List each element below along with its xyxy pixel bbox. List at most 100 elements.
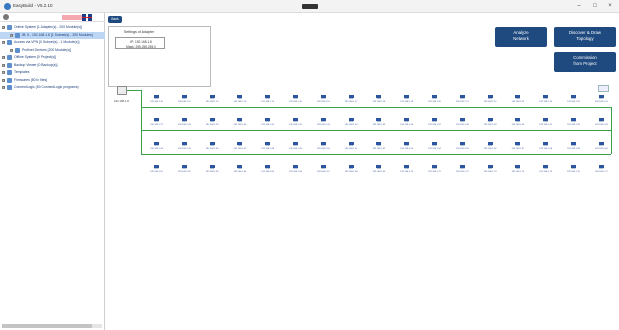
device-ip: 192.168.1.73 [483, 170, 497, 173]
device-node[interactable]: AGI 192.168.1.38 [450, 117, 475, 131]
tree-expander-icon[interactable]: ⊞ [2, 63, 5, 67]
refresh-icon[interactable] [3, 14, 9, 20]
device-node[interactable]: AGI 192.168.1.34 [339, 117, 364, 131]
language-flag-icon[interactable] [82, 14, 92, 21]
device-node[interactable]: AGI 192.168.1.72 [450, 164, 475, 178]
device-node[interactable]: AGI 192.168.1.54 [422, 141, 447, 155]
device-node[interactable]: AGI 192.168.1.47 [227, 141, 252, 155]
device-node[interactable]: AGI 192.168.1.26 [589, 94, 614, 108]
device-node[interactable]: AGI 192.168.1.25 [561, 94, 586, 108]
device-node[interactable]: AGI 192.168.1.42 [561, 117, 586, 131]
device-node[interactable]: AGI 192.168.1.69 [366, 164, 391, 178]
tree-expander-icon[interactable]: ⊞ [2, 78, 5, 82]
device-node[interactable]: AGI 192.168.1.45 [172, 141, 197, 155]
device-node[interactable]: AGI 192.168.1.55 [450, 141, 475, 155]
device-node[interactable]: AGI 192.168.1.61 [144, 164, 169, 178]
commission-project-button[interactable]: Commission from Project [554, 52, 616, 72]
device-node[interactable]: AGI 192.168.1.59 [561, 141, 586, 155]
device-node[interactable]: AGI 192.168.1.43 [589, 117, 614, 131]
device-node[interactable]: AGI 192.168.1.22 [478, 94, 503, 108]
network-switch-icon[interactable] [598, 85, 609, 92]
tree-item[interactable]: ⊟ Online System [1 Adapter(s) - 200 Modul… [0, 24, 105, 32]
device-node[interactable]: AGI 192.168.1.30 [227, 117, 252, 131]
device-node[interactable]: AGI 192.168.1.65 [255, 164, 280, 178]
device-node[interactable]: AGI 192.168.1.70 [394, 164, 419, 178]
device-node[interactable]: AGI 192.168.1.12 [200, 94, 225, 108]
device-node[interactable]: AGI 192.168.1.67 [311, 164, 336, 178]
device-node[interactable]: AGI 192.168.1.75 [533, 164, 558, 178]
device-node[interactable]: AGI 192.168.1.23 [505, 94, 530, 108]
device-node[interactable]: AGI 192.168.1.31 [255, 117, 280, 131]
device-node[interactable]: AGI 192.168.1.53 [394, 141, 419, 155]
device-node[interactable]: AGI 192.168.1.39 [478, 117, 503, 131]
device-node[interactable]: AGI 192.168.1.10 [144, 94, 169, 108]
tree-item[interactable]: ⊞ Firmwares [50 In files] [0, 77, 105, 85]
tree-expander-icon[interactable]: ⊟ [2, 26, 5, 29]
tree-item[interactable]: ⊞ Access via VPN [0 Subnet(s) - 1 Module(… [0, 39, 105, 47]
tree-expander-icon[interactable]: ⊞ [2, 71, 5, 74]
device-node[interactable]: AGI 192.168.1.62 [172, 164, 197, 178]
device-node[interactable]: AGI 192.168.1.40 [505, 117, 530, 131]
device-node[interactable]: AGI 192.168.1.33 [311, 117, 336, 131]
device-node[interactable]: AGI 192.168.1.21 [450, 94, 475, 108]
device-node[interactable]: AGI 192.168.1.74 [505, 164, 530, 178]
device-node[interactable]: AGI 192.168.1.32 [283, 117, 308, 131]
minimize-button[interactable]: – [574, 2, 584, 11]
device-node[interactable]: AGI 192.168.1.14 [255, 94, 280, 108]
tree-item[interactable]: ⊞ ConnectLogic (50 ConnectLogic programs) [0, 84, 105, 92]
device-node[interactable]: AGI 192.168.1.29 [200, 117, 225, 131]
device-node[interactable]: AGI 192.168.1.76 [561, 164, 586, 178]
device-node[interactable]: AGI 192.168.1.37 [422, 117, 447, 131]
device-node[interactable]: AGI 192.168.1.60 [589, 141, 614, 155]
tree-item[interactable]: ⊞ Templates [0, 69, 105, 77]
back-button[interactable]: Back [108, 16, 122, 23]
maximize-button[interactable]: □ [590, 2, 600, 11]
device-node[interactable]: AGI 192.168.1.64 [227, 164, 252, 178]
device-node[interactable]: AGI 192.168.1.48 [255, 141, 280, 155]
device-node[interactable]: AGI 192.168.1.58 [533, 141, 558, 155]
close-button[interactable]: × [605, 2, 615, 11]
tree-expander-icon[interactable]: ⊞ [2, 86, 5, 89]
device-node[interactable]: AGI 192.168.1.57 [505, 141, 530, 155]
discover-topology-button[interactable]: Discover & Draw Topology [554, 27, 616, 47]
tree-item[interactable]: ⊞ Backup Viewer [0 Backup(s)] [0, 62, 105, 70]
device-node[interactable]: AGI 192.168.1.56 [478, 141, 503, 155]
tree-expander-icon[interactable]: ⊟ [10, 33, 13, 37]
horizontal-scrollbar[interactable] [2, 324, 102, 328]
device-node[interactable]: AGI 192.168.1.46 [200, 141, 225, 155]
device-node[interactable]: AGI 192.168.1.18 [366, 94, 391, 108]
device-node[interactable]: AGI 192.168.1.11 [172, 94, 197, 108]
device-node[interactable]: AGI 192.168.1.44 [144, 141, 169, 155]
tree-item[interactable]: ⊟ IB: 5 - 192.168.1.8 [1 Subnet(s) - 200 … [0, 31, 105, 39]
device-node[interactable]: AGI 192.168.1.19 [394, 94, 419, 108]
device-node[interactable]: AGI 192.168.1.36 [394, 117, 419, 131]
device-node[interactable]: AGI 192.168.1.13 [227, 94, 252, 108]
device-node[interactable]: AGI 192.168.1.17 [339, 94, 364, 108]
tree-item[interactable]: ⊞ Profinet Devices [200 Module(s)] [0, 47, 105, 55]
tree-expander-icon[interactable]: ⊞ [2, 56, 5, 59]
device-node[interactable]: AGI 192.168.1.63 [200, 164, 225, 178]
scrollbar-thumb[interactable] [2, 324, 92, 328]
device-node[interactable]: AGI 192.168.1.50 [311, 141, 336, 155]
device-node[interactable]: AGI 192.168.1.68 [339, 164, 364, 178]
device-node[interactable]: AGI 192.168.1.35 [366, 117, 391, 131]
device-node[interactable]: AGI 192.168.1.20 [422, 94, 447, 108]
device-node[interactable]: AGI 192.168.1.16 [311, 94, 336, 108]
tree-item[interactable]: ⊞ Offline System [0 Project(s)] [0, 54, 105, 62]
device-node[interactable]: AGI 192.168.1.51 [339, 141, 364, 155]
device-node[interactable]: AGI 192.168.1.52 [366, 141, 391, 155]
device-node[interactable]: AGI 192.168.1.41 [533, 117, 558, 131]
device-node[interactable]: AGI 192.168.1.49 [283, 141, 308, 155]
tree-expander-icon[interactable]: ⊞ [2, 41, 5, 44]
tree-expander-icon[interactable]: ⊞ [10, 48, 13, 52]
device-node[interactable]: AGI 192.168.1.66 [283, 164, 308, 178]
device-node[interactable]: AGI 192.168.1.15 [283, 94, 308, 108]
device-node[interactable]: AGI 192.168.1.77 [589, 164, 614, 178]
host-adapter-icon[interactable] [117, 86, 127, 95]
analyze-network-button[interactable]: Analyze Network [495, 27, 547, 47]
device-node[interactable]: AGI 192.168.1.27 [144, 117, 169, 131]
device-node[interactable]: AGI 192.168.1.24 [533, 94, 558, 108]
device-node[interactable]: AGI 192.168.1.73 [478, 164, 503, 178]
device-node[interactable]: AGI 192.168.1.71 [422, 164, 447, 178]
device-node[interactable]: AGI 192.168.1.28 [172, 117, 197, 131]
